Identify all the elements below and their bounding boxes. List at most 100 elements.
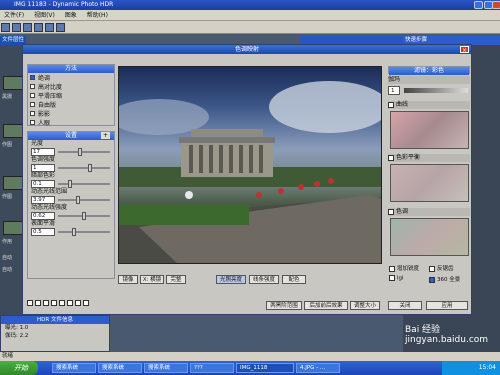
hdr-info-panel: HDR 文件信息 曝光: 1.0 伽玛: 2.2	[0, 315, 110, 352]
swatch-icon[interactable]	[35, 299, 41, 306]
tint-preview[interactable]	[390, 218, 469, 256]
resize-button[interactable]: 调整大小	[350, 301, 380, 310]
method-option[interactable]: 影影	[28, 109, 114, 118]
swatch-icon[interactable]	[43, 299, 49, 306]
task-button[interactable]: 搜索系统	[52, 363, 96, 373]
menu-view[interactable]: 视图(V)	[30, 10, 59, 21]
value-input[interactable]: 1	[31, 164, 55, 172]
tint-label-row: 色调	[388, 208, 470, 216]
method-option-label: 自由版	[38, 102, 57, 109]
check-panorama[interactable]: 360 全景	[429, 275, 469, 283]
swatch-icon[interactable]	[67, 299, 73, 306]
system-tray-clock: 15:04	[442, 361, 500, 375]
swatch-icon[interactable]	[59, 299, 65, 306]
field-label: 动态光线强度	[31, 204, 68, 211]
hue-preview[interactable]	[390, 164, 469, 202]
settings-plus-button[interactable]: +	[100, 132, 110, 139]
close-app-button[interactable]	[492, 1, 500, 9]
new-icon[interactable]	[1, 23, 10, 32]
menu-bar: 文件(F) 视图(V) 图象 帮助(H)	[0, 10, 500, 21]
value-input[interactable]: 0.62	[31, 212, 55, 220]
field-label: 光度	[31, 140, 44, 147]
check-sharpen[interactable]: 增加锐度	[389, 264, 429, 272]
thumbnail[interactable]	[3, 124, 23, 138]
thumbnail-label: 作图	[2, 142, 13, 148]
settings-section: 设置 + 光度 17 色调强度 1 暗部色彩 0.1 动态光线范围 3.97 动态…	[27, 131, 115, 279]
save-icon[interactable]	[23, 23, 32, 32]
full-button[interactable]: 完整	[166, 275, 186, 284]
check-lgl[interactable]: lgl	[389, 275, 429, 282]
method-option[interactable]: 高对比度	[28, 82, 114, 91]
hdr-info-line: 曝光: 1.0	[5, 325, 29, 331]
slider[interactable]	[58, 180, 110, 188]
swatch-icon[interactable]	[51, 299, 57, 306]
black-range-button[interactable]: 两黑阶范围	[266, 301, 302, 310]
thumbnail[interactable]	[3, 176, 23, 190]
preview-image[interactable]	[118, 66, 382, 264]
slider[interactable]	[58, 196, 110, 204]
batch-icon[interactable]	[56, 23, 65, 32]
value-input[interactable]: 0.5	[31, 228, 55, 236]
menu-image[interactable]: 图象	[61, 10, 81, 21]
filter-header-label: 滤镜：彩色	[389, 67, 469, 75]
apply-button[interactable]: 应用	[426, 301, 468, 310]
x-mirror-button[interactable]: X: 横镜	[140, 275, 164, 284]
swatch-icon[interactable]	[27, 299, 33, 306]
thumbnail[interactable]	[3, 76, 23, 90]
thumbnail[interactable]	[3, 221, 23, 235]
hdr-info-title: HDR 文件信息	[1, 316, 109, 324]
gamma-input[interactable]: 1	[388, 86, 400, 95]
method-option-label: 高对比度	[38, 84, 63, 91]
value-input[interactable]: 17	[31, 148, 55, 156]
curve-preview[interactable]	[390, 111, 469, 149]
add-effect-button[interactable]: 后加前后效果	[304, 301, 348, 310]
swatch-icon[interactable]	[83, 299, 89, 306]
curve-checkbox[interactable]	[388, 101, 394, 108]
value-input[interactable]: 0.1	[31, 180, 55, 188]
method-option[interactable]: 自由版	[28, 100, 114, 109]
tint-checkbox[interactable]	[388, 208, 394, 215]
thumbnail-label: 作用	[2, 239, 13, 245]
color-button[interactable]: 配色	[282, 275, 306, 284]
start-button[interactable]: 开始	[0, 361, 38, 375]
check-label: 360 全景	[437, 277, 461, 283]
tint-label: 色调	[396, 208, 409, 215]
method-option[interactable]: 平滑压缩	[28, 91, 114, 100]
open-icon[interactable]	[12, 23, 21, 32]
task-button[interactable]: IMG_1118	[236, 363, 294, 373]
dialog-close-icon[interactable]: ×	[460, 46, 469, 54]
field-label: 表面平滑	[31, 220, 56, 227]
method-option[interactable]: 绝调	[28, 73, 114, 82]
check-label: 增加锐度	[397, 266, 420, 272]
slider[interactable]	[58, 228, 110, 236]
thumbnail-label: 自动	[2, 267, 13, 273]
minimize-button[interactable]	[474, 1, 483, 9]
line-strength-button[interactable]: 线条强度	[249, 275, 279, 284]
swatch-row	[27, 299, 115, 308]
hdr-icon[interactable]	[34, 23, 43, 32]
light-brightness-button[interactable]: 光照亮度	[216, 275, 246, 284]
menu-file[interactable]: 文件(F)	[0, 10, 28, 21]
gamma-gradient[interactable]	[404, 88, 468, 93]
curve-label: 曲线	[396, 101, 409, 108]
value-input[interactable]: 3.97	[31, 196, 55, 204]
check-antialias[interactable]: 反锯齿	[429, 264, 469, 272]
menu-help[interactable]: 帮助(H)	[83, 10, 112, 21]
slider[interactable]	[58, 148, 110, 156]
field-label: 动态光线范围	[31, 188, 68, 195]
mirror-button[interactable]: 镜像	[118, 275, 138, 284]
task-button[interactable]: ???	[190, 363, 234, 373]
slider[interactable]	[58, 164, 110, 172]
slider[interactable]	[58, 212, 110, 220]
tonemap-icon[interactable]	[45, 23, 54, 32]
task-button[interactable]: 搜索系统	[144, 363, 188, 373]
hue-label-row: 色彩平衡	[388, 154, 470, 162]
hue-checkbox[interactable]	[388, 154, 394, 161]
task-button[interactable]: 搜索系统	[98, 363, 142, 373]
settings-header: 设置 +	[28, 132, 114, 140]
method-option[interactable]: 人眼	[28, 118, 114, 127]
close-button[interactable]: 关闭	[388, 301, 422, 310]
swatch-icon[interactable]	[75, 299, 81, 306]
task-button[interactable]: 4.JPG - ...	[296, 363, 340, 373]
method-option-label: 平滑压缩	[38, 93, 63, 100]
